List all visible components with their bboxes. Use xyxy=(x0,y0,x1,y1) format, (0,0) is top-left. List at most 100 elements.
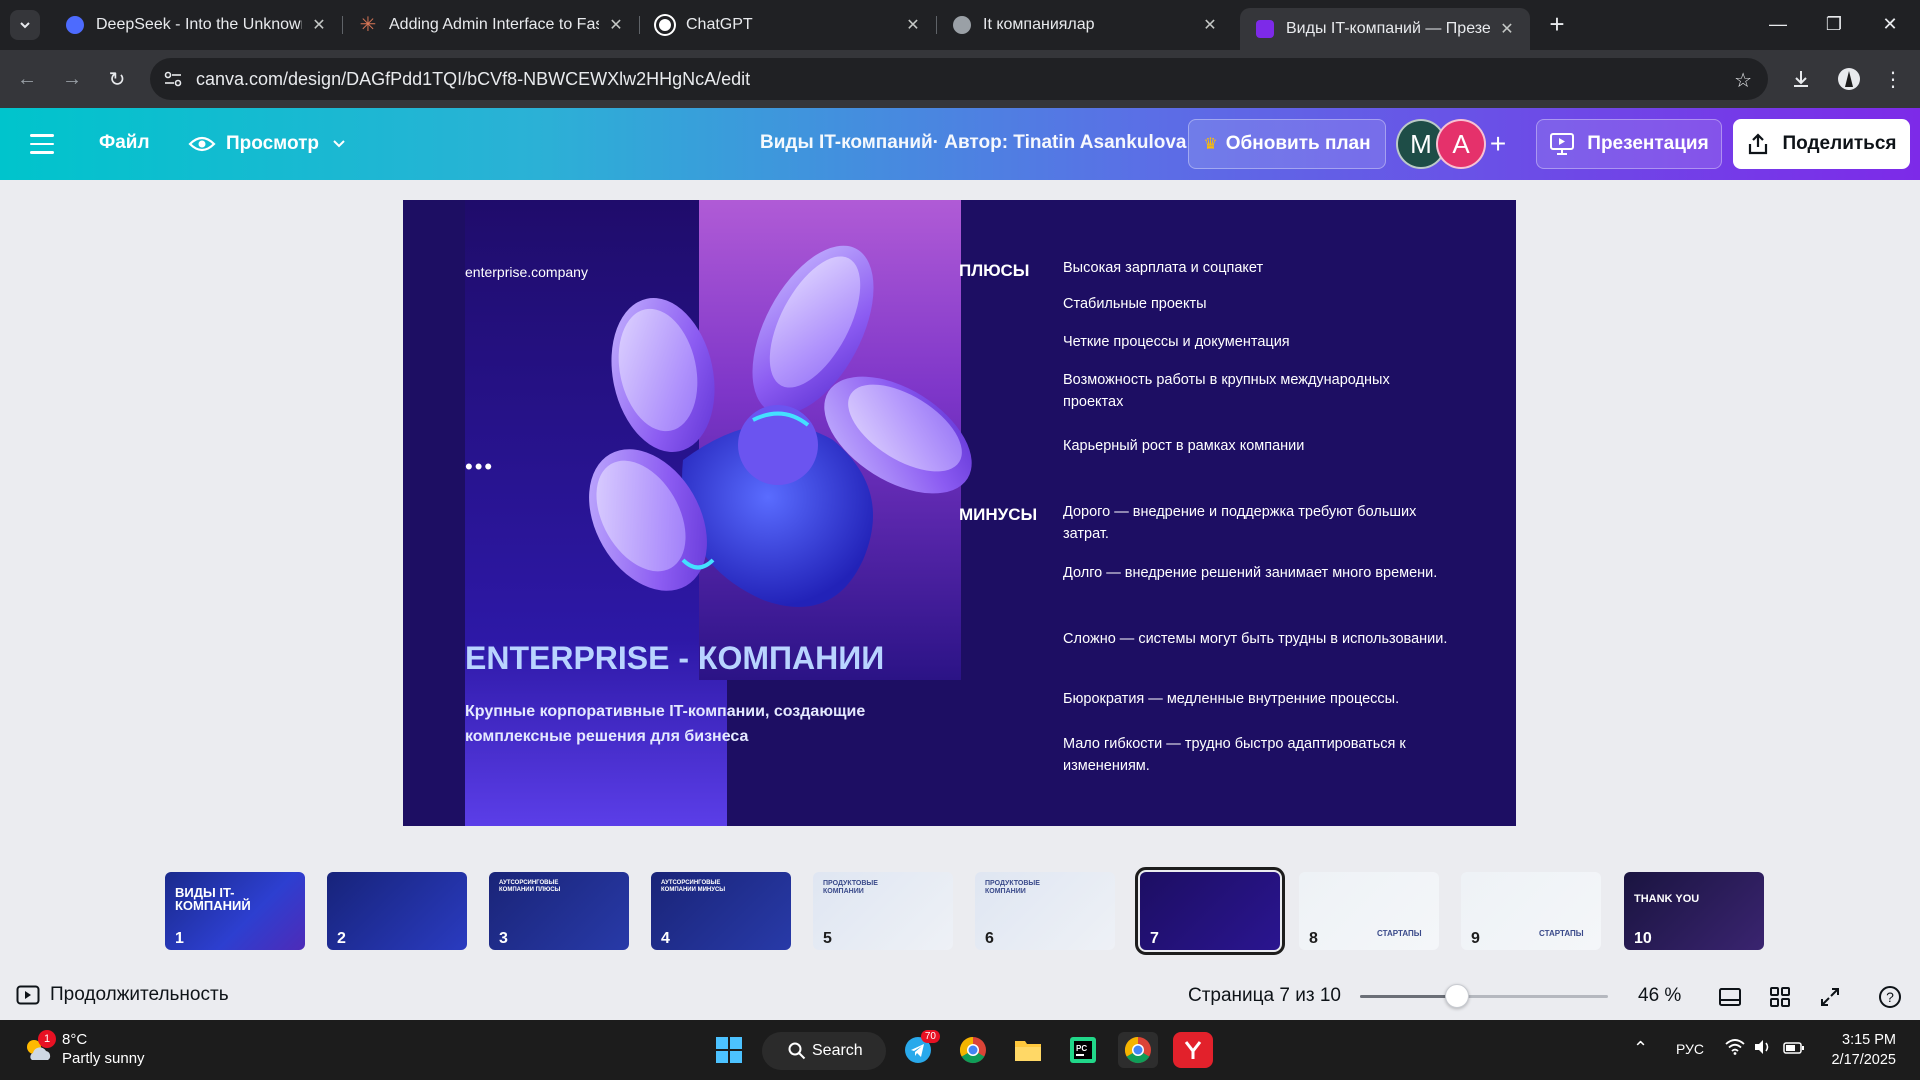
browser-tab-active[interactable]: Виды IT-компаний — Презента ✕ xyxy=(1240,8,1530,50)
page-indicator: Страница 7 из 10 xyxy=(1188,985,1341,1006)
add-collaborator-icon[interactable]: + xyxy=(1482,128,1514,160)
browser-tab[interactable]: ChatGPT ✕ xyxy=(640,8,937,42)
pros-item[interactable]: Стабильные проекты xyxy=(1063,293,1453,315)
tab-search-button[interactable] xyxy=(10,10,40,40)
slide-subtitle[interactable]: Крупные корпоративные IT-компании, созда… xyxy=(465,699,905,749)
play-timer-icon xyxy=(16,985,40,1005)
presentation-icon xyxy=(1550,133,1575,155)
pros-item[interactable]: Возможность работы в крупных международн… xyxy=(1063,369,1453,413)
duration-button[interactable]: Продолжительность xyxy=(16,984,229,1006)
slide-thumbnail-3[interactable]: АУТСОРСИНГОВЫЕ КОМПАНИИ ПЛЮСЫ 3 xyxy=(489,872,629,950)
slide-thumbnail-7[interactable]: 7 xyxy=(1135,867,1285,955)
menu-icon[interactable] xyxy=(30,134,54,154)
telegram-icon[interactable]: 70 xyxy=(898,1030,940,1068)
thumbnail-number: 10 xyxy=(1634,930,1652,947)
pros-item[interactable]: Четкие процессы и документация xyxy=(1063,331,1453,353)
file-menu[interactable]: Файл xyxy=(99,132,150,154)
pros-label[interactable]: ПЛЮСЫ xyxy=(959,261,1029,281)
zoom-value[interactable]: 46 % xyxy=(1638,985,1681,1007)
windows-taskbar: 1 8°C Partly sunny Search 70 PC ⌃ РУС 3:… xyxy=(0,1020,1920,1080)
wifi-icon[interactable] xyxy=(1725,1039,1745,1058)
download-icon[interactable] xyxy=(1784,62,1818,96)
cons-item[interactable]: Долго — внедрение решений занимает много… xyxy=(1063,562,1453,584)
browser-tab[interactable]: It компаниялар ✕ xyxy=(937,8,1233,42)
help-icon[interactable]: ? xyxy=(1877,984,1903,1010)
slide-thumbnail-2[interactable]: 2 xyxy=(327,872,467,950)
thumbnail-number: 3 xyxy=(499,930,508,947)
profile-avatar[interactable] xyxy=(1832,62,1866,96)
present-button[interactable]: Презентация xyxy=(1536,119,1722,169)
language-indicator[interactable]: РУС xyxy=(1676,1041,1704,1057)
zoom-slider[interactable] xyxy=(1360,984,1608,1008)
slide-thumbnail-10[interactable]: THANK YOU 10 xyxy=(1624,872,1764,950)
close-tab-icon[interactable]: ✕ xyxy=(310,16,328,34)
browser-tab[interactable]: ✳ Adding Admin Interface to FastA ✕ xyxy=(343,8,640,42)
file-explorer-icon[interactable] xyxy=(1008,1032,1048,1068)
avatar[interactable]: A xyxy=(1436,119,1486,169)
taskbar-search[interactable]: Search xyxy=(762,1032,886,1070)
forward-icon[interactable]: → xyxy=(55,62,89,96)
view-menu[interactable]: Просмотр xyxy=(188,128,345,160)
chevron-up-icon[interactable]: ⌃ xyxy=(1633,1038,1648,1059)
slide-thumbnail-4[interactable]: АУТСОРСИНГОВЫЕ КОМПАНИИ МИНУСЫ 4 xyxy=(651,872,791,950)
globe-icon xyxy=(953,16,971,34)
view-menu-label: Просмотр xyxy=(226,133,320,154)
pros-item[interactable]: Карьерный рост в рамках компании xyxy=(1063,435,1453,457)
site-info-icon[interactable] xyxy=(162,68,184,90)
cons-item[interactable]: Мало гибкости — трудно быстро адаптирова… xyxy=(1063,733,1453,777)
cons-item[interactable]: Сложно — системы могут быть трудны в исп… xyxy=(1063,628,1453,650)
close-tab-icon[interactable]: ✕ xyxy=(1498,20,1516,38)
browser-tab[interactable]: DeepSeek - Into the Unknown ✕ xyxy=(50,8,343,42)
thumbnail-title: СТАРТАПЫ xyxy=(1539,929,1584,938)
windows-start-icon[interactable] xyxy=(709,1032,749,1068)
cons-item[interactable]: Дорого — внедрение и поддержка требуют б… xyxy=(1063,501,1453,545)
search-label: Search xyxy=(812,1042,863,1059)
slide-heading[interactable]: ENTERPRISE - КОМПАНИИ xyxy=(465,640,884,677)
back-icon[interactable]: ← xyxy=(10,62,44,96)
close-tab-icon[interactable]: ✕ xyxy=(904,16,922,34)
cons-item[interactable]: Бюрократия — медленные внутренние процес… xyxy=(1063,688,1453,710)
close-window-icon[interactable]: ✕ xyxy=(1866,8,1914,40)
slide-thumbnail-9[interactable]: СТАРТАПЫ 9 xyxy=(1461,872,1601,950)
slide-thumbnail-5[interactable]: ПРОДУКТОВЫЕ КОМПАНИИ 5 xyxy=(813,872,953,950)
pycharm-icon[interactable]: PC xyxy=(1063,1032,1103,1068)
pros-item[interactable]: Высокая зарплата и соцпакет xyxy=(1063,257,1453,279)
new-tab-button[interactable]: + xyxy=(1543,9,1571,39)
zoom-slider-handle[interactable] xyxy=(1445,984,1469,1008)
cons-label[interactable]: МИНУСЫ xyxy=(959,505,1037,525)
design-title[interactable]: Виды IT-компаний· Автор: Tinatin Asankul… xyxy=(760,132,1186,154)
chatgpt-icon xyxy=(656,16,674,34)
slide-thumbnail-1[interactable]: ВИДЫ IT-КОМПАНИЙ 1 xyxy=(165,872,305,950)
slide-thumbnail-8[interactable]: СТАРТАПЫ 8 xyxy=(1299,872,1439,950)
bookmark-star-icon[interactable]: ☆ xyxy=(1734,68,1752,93)
volume-icon[interactable] xyxy=(1753,1039,1773,1058)
upgrade-plan-button[interactable]: ♛ Обновить план xyxy=(1188,119,1386,169)
slide-canvas[interactable]: enterprise.company ••• ENTERPRISE - КОМП… xyxy=(403,200,1516,826)
system-clock[interactable]: 3:15 PM 2/17/2025 xyxy=(1826,1030,1896,1070)
robot-hand-image[interactable] xyxy=(533,230,973,670)
thumbnail-number: 6 xyxy=(985,930,994,947)
slide-thumbnail-6[interactable]: ПРОДУКТОВЫЕ КОМПАНИИ 6 xyxy=(975,872,1115,950)
minimize-icon[interactable]: — xyxy=(1754,8,1802,40)
battery-icon[interactable] xyxy=(1783,1041,1805,1057)
thumbnail-number: 7 xyxy=(1150,930,1159,947)
grid-view-icon[interactable] xyxy=(1767,984,1793,1010)
fullscreen-icon[interactable] xyxy=(1817,984,1843,1010)
chrome-icon[interactable] xyxy=(953,1032,993,1068)
close-tab-icon[interactable]: ✕ xyxy=(607,16,625,34)
close-tab-icon[interactable]: ✕ xyxy=(1201,16,1219,34)
notes-view-icon[interactable] xyxy=(1717,984,1743,1010)
dots-decoration: ••• xyxy=(465,454,495,479)
thumbnail-number: 9 xyxy=(1471,930,1480,947)
address-bar[interactable]: canva.com/design/DAGfPdd1TQI/bCVf8-NBWCE… xyxy=(150,58,1768,100)
share-button[interactable]: Поделиться xyxy=(1733,119,1910,169)
reload-icon[interactable]: ↻ xyxy=(100,62,134,96)
weather-widget[interactable]: 1 8°C Partly sunny xyxy=(22,1030,145,1068)
clock-date: 2/17/2025 xyxy=(1831,1052,1896,1068)
restore-icon[interactable]: ❐ xyxy=(1810,8,1858,40)
duration-label: Продолжительность xyxy=(50,984,229,1005)
chrome-active-icon[interactable] xyxy=(1118,1032,1158,1068)
browser-menu-icon[interactable]: ⋮ xyxy=(1876,62,1910,96)
yandex-browser-icon[interactable] xyxy=(1173,1032,1213,1068)
share-icon xyxy=(1749,133,1768,155)
